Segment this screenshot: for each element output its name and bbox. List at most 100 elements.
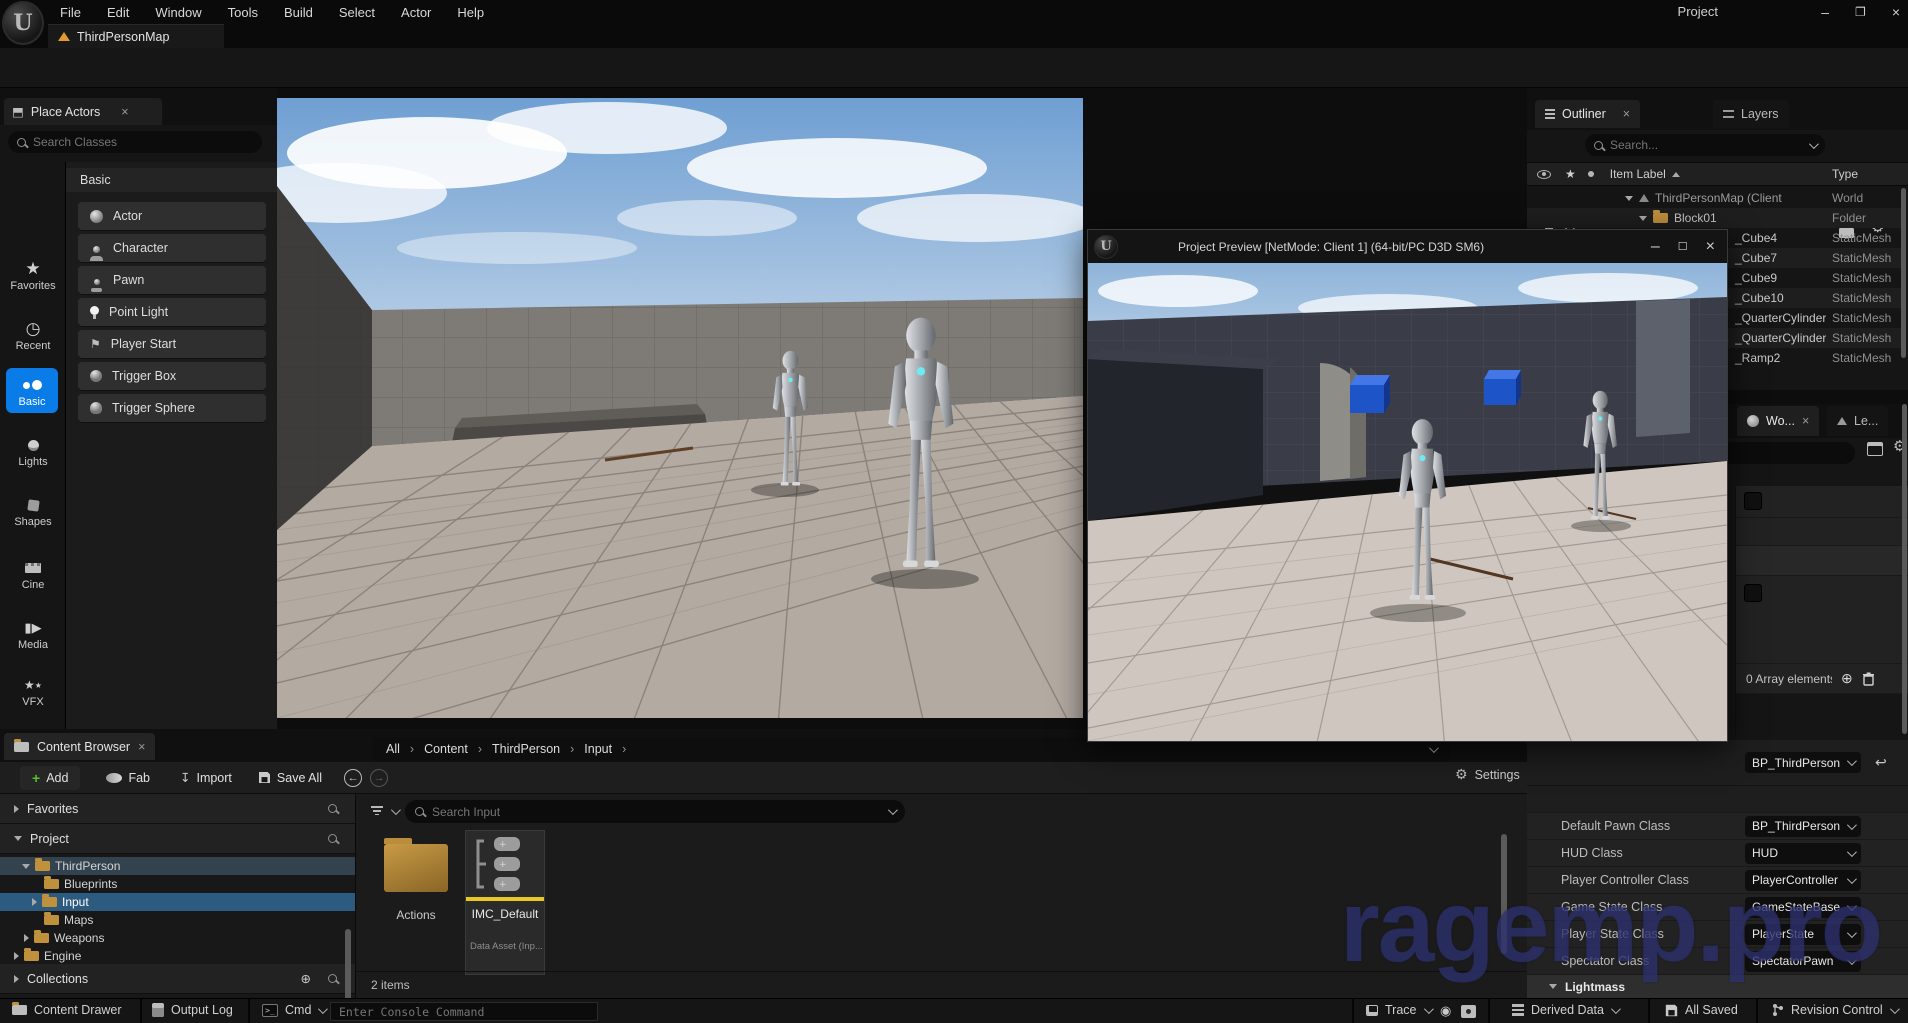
preview-titlebar[interactable]: U Project Preview [NetMode: Client 1] (6…: [1088, 230, 1727, 263]
category-shapes[interactable]: Shapes: [0, 494, 66, 528]
trace-dropdown[interactable]: Trace: [1366, 1003, 1431, 1017]
fab-button[interactable]: Fab: [106, 771, 150, 785]
maximize-icon[interactable]: ☐: [1678, 240, 1688, 253]
star-column-icon[interactable]: ★: [1565, 167, 1576, 181]
place-item-trigger-sphere[interactable]: Trigger Sphere: [78, 394, 266, 422]
details-scrollbar[interactable]: [1902, 404, 1907, 734]
cmd-dropdown[interactable]: >_ Cmd: [262, 1003, 325, 1017]
tab-outliner[interactable]: Outliner ×: [1535, 100, 1640, 128]
game-mode-dropdown[interactable]: BP_ThirdPersonGa: [1745, 752, 1861, 773]
tab-place-actors[interactable]: ⬒ Place Actors ×: [4, 98, 162, 125]
place-item-trigger-box[interactable]: Trigger Box: [78, 362, 266, 390]
grid-view-icon[interactable]: [1867, 442, 1883, 456]
tab-world-settings[interactable]: Wo... ×: [1737, 406, 1819, 436]
import-button[interactable]: ↧ Import: [180, 770, 232, 785]
close-tab-icon[interactable]: ×: [138, 740, 145, 754]
crumb-input[interactable]: Input: [584, 742, 612, 756]
back-button[interactable]: ←: [344, 769, 362, 787]
favorites-section[interactable]: Favorites: [0, 794, 355, 824]
category-vfx[interactable]: ★★ VFX: [0, 674, 66, 708]
revision-control-dropdown[interactable]: Revision Control: [1772, 1003, 1897, 1017]
menu-file[interactable]: File: [60, 5, 81, 20]
pin-column-icon[interactable]: [1588, 171, 1594, 177]
visibility-eye-icon[interactable]: [1537, 170, 1551, 179]
tab-level[interactable]: ThirdPersonMap: [48, 24, 224, 48]
minimize-button[interactable]: –: [1821, 4, 1829, 20]
outliner-row[interactable]: Block01 Folder: [1527, 208, 1901, 228]
breadcrumb-chevron-icon[interactable]: [1429, 743, 1439, 753]
category-cine[interactable]: Cine: [0, 557, 66, 591]
tree-item-thirdperson[interactable]: ThirdPerson: [0, 857, 355, 875]
category-recent[interactable]: ◷Recent: [0, 318, 66, 352]
close-tab-icon[interactable]: ×: [121, 105, 128, 119]
menu-help[interactable]: Help: [457, 5, 484, 20]
content-drawer-button[interactable]: Content Drawer: [12, 1003, 122, 1017]
save-all-button[interactable]: Save All: [258, 771, 322, 785]
level-viewport[interactable]: [277, 98, 1083, 718]
item-label-header[interactable]: Item Label: [1610, 167, 1666, 181]
crumb-thirdperson[interactable]: ThirdPerson: [492, 742, 560, 756]
place-actors-search[interactable]: [8, 131, 262, 153]
tab-levels[interactable]: Le...: [1827, 406, 1888, 436]
clear-array-trash-icon[interactable]: [1862, 672, 1875, 686]
add-collection-icon[interactable]: ⊕: [301, 971, 311, 986]
search-icon[interactable]: [328, 834, 337, 843]
search-classes-input[interactable]: [33, 135, 233, 149]
close-button[interactable]: ×: [1892, 4, 1900, 20]
minimize-icon[interactable]: –: [1651, 238, 1660, 256]
reset-to-default-icon[interactable]: ↩: [1875, 754, 1887, 771]
default-pawn-class-dropdown[interactable]: BP_ThirdPersonCl: [1745, 816, 1861, 837]
menu-tools[interactable]: Tools: [228, 5, 258, 20]
menu-edit[interactable]: Edit: [107, 5, 129, 20]
tab-content-browser[interactable]: Content Browser ×: [4, 733, 155, 760]
close-icon[interactable]: ×: [1706, 238, 1715, 256]
console-command-input[interactable]: [339, 1005, 589, 1019]
outliner-search[interactable]: [1585, 134, 1825, 156]
type-header[interactable]: Type: [1832, 167, 1858, 181]
category-basic[interactable]: Basic: [6, 368, 58, 413]
tab-layers[interactable]: Layers: [1713, 100, 1789, 128]
tree-item-maps[interactable]: Maps: [0, 911, 355, 929]
unreal-logo-icon[interactable]: U: [2, 1, 44, 45]
tree-item-blueprints[interactable]: Blueprints: [0, 875, 355, 893]
tree-item-engine[interactable]: Engine: [0, 947, 355, 965]
files-search[interactable]: [405, 800, 905, 823]
maximize-button[interactable]: ❐: [1855, 5, 1866, 19]
collections-section[interactable]: Collections ⊕: [0, 964, 355, 994]
property-checkbox[interactable]: [1744, 492, 1762, 510]
category-lights[interactable]: Lights: [0, 434, 66, 468]
menu-build[interactable]: Build: [284, 5, 313, 20]
crumb-content[interactable]: Content: [424, 742, 468, 756]
tree-item-weapons[interactable]: Weapons: [0, 929, 355, 947]
close-tab-icon[interactable]: ×: [1623, 107, 1630, 121]
close-tab-icon[interactable]: ×: [1802, 414, 1809, 428]
files-filter-icon[interactable]: [371, 806, 383, 815]
category-favorites[interactable]: ★Favorites: [0, 258, 66, 292]
files-filter-chevron-icon[interactable]: [391, 805, 401, 815]
outliner-row[interactable]: ThirdPersonMap (Client World: [1527, 188, 1901, 208]
place-item-point-light[interactable]: Point Light: [78, 298, 266, 326]
menu-select[interactable]: Select: [339, 5, 375, 20]
outliner-scrollbar[interactable]: [1901, 188, 1906, 358]
search-input-field[interactable]: [432, 805, 812, 819]
derived-data-dropdown[interactable]: Derived Data: [1512, 1003, 1618, 1017]
asset-imc-default[interactable]: +++ IMC_Default Data Asset (Inp...: [465, 830, 545, 975]
content-browser-settings[interactable]: ⚙ Settings: [1455, 767, 1520, 783]
place-item-actor[interactable]: Actor: [78, 202, 266, 230]
place-item-character[interactable]: Character: [78, 234, 266, 262]
project-preview-window[interactable]: U Project Preview [NetMode: Client 1] (6…: [1087, 229, 1728, 742]
preview-viewport[interactable]: [1088, 263, 1727, 741]
crumb-all[interactable]: All: [386, 742, 400, 756]
all-saved-button[interactable]: All Saved: [1665, 1003, 1738, 1017]
place-item-pawn[interactable]: Pawn: [78, 266, 266, 294]
category-media[interactable]: ▮▶ Media: [0, 617, 66, 651]
menu-window[interactable]: Window: [155, 5, 201, 20]
search-icon[interactable]: [328, 804, 337, 813]
menu-actor[interactable]: Actor: [401, 5, 431, 20]
project-section[interactable]: Project: [0, 824, 355, 854]
place-item-player-start[interactable]: ⚑ Player Start: [78, 330, 266, 358]
asset-actions-folder[interactable]: Actions: [373, 836, 459, 946]
search-icon[interactable]: [328, 974, 337, 983]
add-button[interactable]: +Add: [20, 766, 80, 790]
hud-class-dropdown[interactable]: HUD: [1745, 843, 1861, 864]
